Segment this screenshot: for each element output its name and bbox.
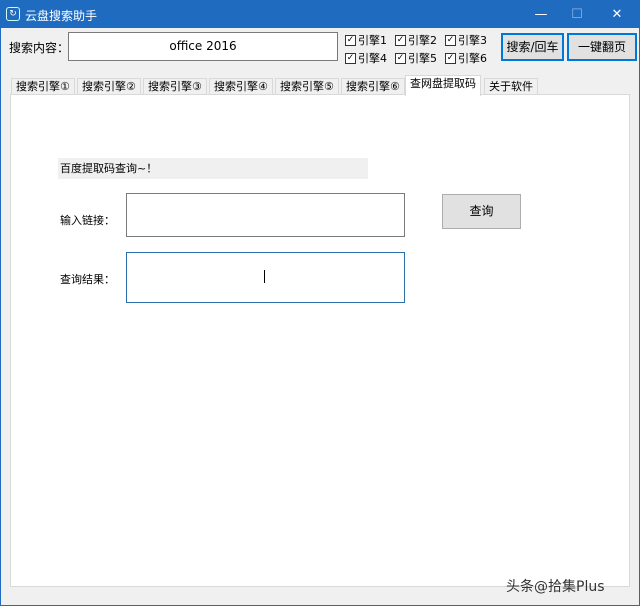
- tab-panel: 百度提取码查询~！ 输入链接： 查询 查询结果：: [10, 94, 630, 587]
- engine-checkbox-5[interactable]: ✓ 引擎5: [395, 50, 445, 66]
- checkbox-icon: ✓: [395, 34, 406, 46]
- tab-4[interactable]: 搜索引擎④: [209, 78, 273, 95]
- app-icon: ↻: [6, 7, 20, 21]
- link-input[interactable]: [126, 193, 405, 237]
- result-label: 查询结果：: [60, 273, 115, 286]
- title-bar: ↻ 云盘搜索助手 — ☐ ✕: [1, 1, 640, 28]
- engine-label: 引擎2: [408, 34, 437, 47]
- engine-label: 引擎5: [408, 52, 437, 65]
- engine-label: 引擎6: [458, 52, 487, 65]
- checkbox-icon: ✓: [445, 34, 456, 46]
- maximize-button[interactable]: ☐: [557, 1, 597, 28]
- search-button[interactable]: 搜索/回车: [501, 33, 564, 61]
- engine-checkbox-1[interactable]: ✓ 引擎1: [345, 32, 395, 48]
- tab-7[interactable]: 查网盘提取码: [405, 75, 481, 96]
- tab-8[interactable]: 关于软件: [484, 78, 538, 95]
- link-label: 输入链接：: [60, 214, 115, 227]
- query-button[interactable]: 查询: [442, 194, 521, 229]
- panel-heading: 百度提取码查询~！: [58, 158, 368, 179]
- engine-label: 引擎1: [358, 34, 387, 47]
- result-output[interactable]: [126, 252, 405, 303]
- engine-checkboxes: ✓ 引擎1 ✓ 引擎2 ✓ 引擎3 ✓ 引擎4 ✓ 引擎5 ✓ 引擎6: [345, 32, 495, 66]
- engine-checkbox-6[interactable]: ✓ 引擎6: [445, 50, 495, 66]
- flip-page-button[interactable]: 一键翻页: [567, 33, 637, 61]
- engine-checkbox-3[interactable]: ✓ 引擎3: [445, 32, 495, 48]
- search-input[interactable]: office 2016: [68, 32, 338, 61]
- tab-5[interactable]: 搜索引擎⑤: [275, 78, 339, 95]
- engine-label: 引擎3: [458, 34, 487, 47]
- checkbox-icon: ✓: [395, 52, 406, 64]
- engine-checkbox-2[interactable]: ✓ 引擎2: [395, 32, 445, 48]
- tab-2[interactable]: 搜索引擎②: [77, 78, 141, 95]
- engine-label: 引擎4: [358, 52, 387, 65]
- close-button[interactable]: ✕: [597, 1, 637, 28]
- tab-1[interactable]: 搜索引擎①: [11, 78, 75, 95]
- checkbox-icon: ✓: [445, 52, 456, 64]
- engine-checkbox-4[interactable]: ✓ 引擎4: [345, 50, 395, 66]
- text-cursor: [264, 270, 265, 283]
- window-title: 云盘搜索助手: [25, 9, 98, 23]
- tab-6[interactable]: 搜索引擎⑥: [341, 78, 405, 95]
- checkbox-icon: ✓: [345, 52, 356, 64]
- search-label: 搜索内容：: [9, 41, 70, 55]
- minimize-button[interactable]: —: [521, 1, 561, 28]
- tab-3[interactable]: 搜索引擎③: [143, 78, 207, 95]
- watermark: 头条@拾集Plus: [506, 579, 605, 595]
- checkbox-icon: ✓: [345, 34, 356, 46]
